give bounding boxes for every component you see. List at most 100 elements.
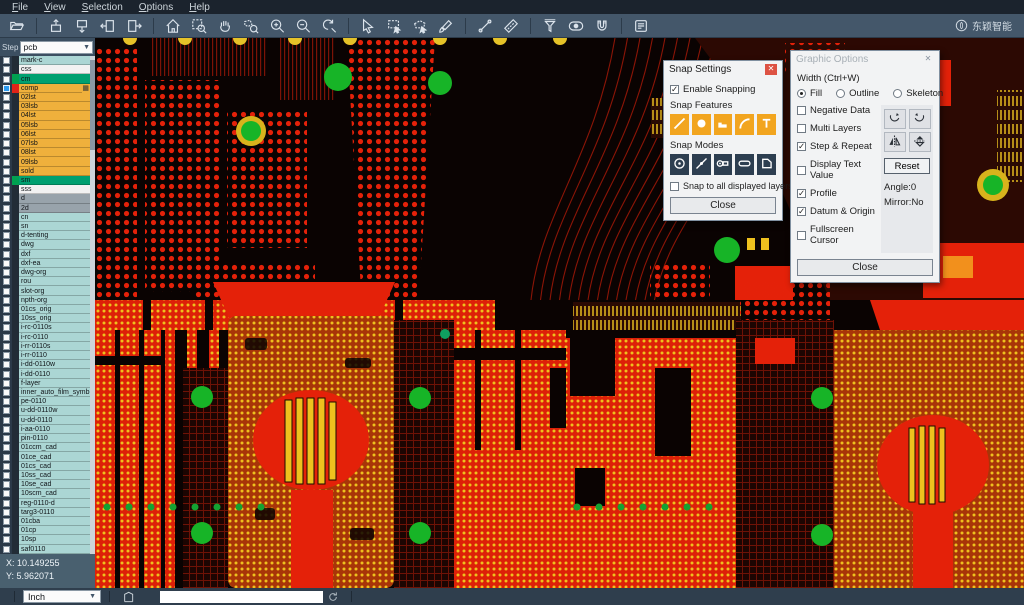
- page-corner-icon[interactable]: [122, 591, 134, 603]
- layer-row-sss[interactable]: sss: [0, 185, 90, 194]
- layer-visibility-checkbox[interactable]: [0, 65, 12, 74]
- polygon-select-button[interactable]: [408, 15, 432, 36]
- layer-color-swatch[interactable]: [12, 379, 19, 388]
- layer-color-swatch[interactable]: [12, 167, 19, 176]
- close-icon[interactable]: ✕: [765, 64, 777, 75]
- layer-visibility-checkbox[interactable]: [0, 259, 12, 268]
- layer-row-dxf[interactable]: dxf: [0, 250, 90, 259]
- measure-line-button[interactable]: [473, 15, 497, 36]
- checkbox-step-repeat[interactable]: ✓Step & Repeat: [797, 141, 877, 152]
- layer-row-06lst[interactable]: 06lst: [0, 130, 90, 139]
- layer-visibility-checkbox[interactable]: [0, 296, 12, 305]
- layer-row-d[interactable]: d: [0, 194, 90, 203]
- layer-color-swatch[interactable]: [12, 526, 19, 535]
- layer-color-swatch[interactable]: [12, 250, 19, 259]
- layer-row-pe-0110[interactable]: pe-0110: [0, 397, 90, 406]
- layer-color-swatch[interactable]: [12, 471, 19, 480]
- layer-row-sold[interactable]: sold: [0, 167, 90, 176]
- layer-color-swatch[interactable]: [12, 545, 19, 554]
- layer-color-swatch[interactable]: [12, 333, 19, 342]
- layer-color-swatch[interactable]: [12, 323, 19, 332]
- layer-visibility-checkbox[interactable]: [0, 121, 12, 130]
- enable-snapping-checkbox[interactable]: ✓ Enable Snapping: [670, 84, 776, 95]
- layer-row-i-dd-0110[interactable]: i-dd-0110: [0, 369, 90, 378]
- checkbox-display-text-value[interactable]: Display Text Value: [797, 159, 877, 181]
- layer-visibility-checkbox[interactable]: [0, 480, 12, 489]
- layer-color-swatch[interactable]: [12, 443, 19, 452]
- layer-color-swatch[interactable]: [12, 130, 19, 139]
- layer-visibility-checkbox[interactable]: [0, 499, 12, 508]
- layer-color-swatch[interactable]: [12, 369, 19, 378]
- layer-visibility-checkbox[interactable]: [0, 489, 12, 498]
- brush-button[interactable]: [434, 15, 458, 36]
- layer-color-swatch[interactable]: [12, 388, 19, 397]
- layer-row-slot-org[interactable]: slot-org: [0, 286, 90, 295]
- layer-visibility-checkbox[interactable]: [0, 471, 12, 480]
- import-up-button[interactable]: [44, 15, 68, 36]
- layer-row-01cs_orig[interactable]: 01cs_orig: [0, 305, 90, 314]
- layer-visibility-checkbox[interactable]: [0, 342, 12, 351]
- snap-mode-line-point-button[interactable]: [692, 154, 711, 175]
- menu-file[interactable]: File: [4, 1, 36, 14]
- layer-row-i-aa-0110[interactable]: i-aa-0110: [0, 425, 90, 434]
- layer-color-swatch[interactable]: [12, 517, 19, 526]
- layer-color-swatch[interactable]: [12, 111, 19, 120]
- filter-button[interactable]: [538, 15, 562, 36]
- layer-color-swatch[interactable]: [12, 259, 19, 268]
- layer-visibility-checkbox[interactable]: [0, 139, 12, 148]
- layer-visibility-checkbox[interactable]: [0, 305, 12, 314]
- layer-row-f-layer[interactable]: f-layer: [0, 379, 90, 388]
- layer-visibility-checkbox[interactable]: [0, 388, 12, 397]
- layer-row-cn[interactable]: cn: [0, 213, 90, 222]
- layer-color-swatch[interactable]: [12, 231, 19, 240]
- rotate-cw-button[interactable]: [884, 109, 906, 129]
- layer-visibility-checkbox[interactable]: [0, 84, 12, 93]
- layer-visibility-checkbox[interactable]: [0, 535, 12, 544]
- layer-visibility-checkbox[interactable]: [0, 222, 12, 231]
- layer-row-09lsb[interactable]: 09lsb: [0, 157, 90, 166]
- layer-color-swatch[interactable]: [12, 397, 19, 406]
- layer-color-swatch[interactable]: [12, 139, 19, 148]
- layer-visibility-checkbox[interactable]: [0, 213, 12, 222]
- layer-row-mark-c[interactable]: mark-c: [0, 56, 90, 65]
- layer-visibility-checkbox[interactable]: [0, 462, 12, 471]
- checkbox-negative-data[interactable]: Negative Data: [797, 105, 877, 116]
- unit-select[interactable]: Inch ▼: [23, 590, 101, 603]
- layer-color-swatch[interactable]: [12, 499, 19, 508]
- snap-feature-pad-button[interactable]: [692, 114, 711, 135]
- close-icon[interactable]: ✕: [922, 54, 934, 65]
- layer-color-swatch[interactable]: [12, 360, 19, 369]
- eye-button[interactable]: [564, 15, 588, 36]
- layer-row-01cba[interactable]: 01cba: [0, 517, 90, 526]
- layer-row-dxf-ea[interactable]: dxf-ea: [0, 259, 90, 268]
- layer-visibility-checkbox[interactable]: [0, 130, 12, 139]
- layer-color-swatch[interactable]: [12, 305, 19, 314]
- layer-color-swatch[interactable]: [12, 277, 19, 286]
- magnet-snap-button[interactable]: [590, 15, 614, 36]
- layer-row-01cp[interactable]: 01cp: [0, 526, 90, 535]
- layer-row-07lsb[interactable]: 07lsb: [0, 139, 90, 148]
- layer-visibility-checkbox[interactable]: [0, 250, 12, 259]
- layer-row-02lst[interactable]: 02lst: [0, 93, 90, 102]
- snap-mode-slot-button[interactable]: [735, 154, 754, 175]
- layer-visibility-checkbox[interactable]: [0, 167, 12, 176]
- layer-row-d-tenting[interactable]: d-tenting: [0, 231, 90, 240]
- layer-visibility-checkbox[interactable]: [0, 452, 12, 461]
- layer-row-u-dd-0110w[interactable]: u-dd-0110w: [0, 406, 90, 415]
- layer-visibility-checkbox[interactable]: [0, 93, 12, 102]
- snap-mode-pad-hole-button[interactable]: [714, 154, 733, 175]
- layer-row-i-rr-0110s[interactable]: i-rr-0110s: [0, 342, 90, 351]
- layer-row-04lst[interactable]: 04lst: [0, 111, 90, 120]
- layer-row-01cs_cad[interactable]: 01cs_cad: [0, 462, 90, 471]
- zoom-area-button[interactable]: [187, 15, 211, 36]
- checkbox-datum-origin[interactable]: ✓Datum & Origin: [797, 206, 877, 217]
- layer-color-swatch[interactable]: [12, 157, 19, 166]
- layer-visibility-checkbox[interactable]: [0, 268, 12, 277]
- checkbox-fullscreen-cursor[interactable]: Fullscreen Cursor: [797, 224, 877, 246]
- layer-color-swatch[interactable]: [12, 342, 19, 351]
- layer-row-2d[interactable]: 2d: [0, 204, 90, 213]
- layer-visibility-checkbox[interactable]: [0, 194, 12, 203]
- snap-feature-text-button[interactable]: [757, 114, 776, 135]
- layer-visibility-checkbox[interactable]: [0, 102, 12, 111]
- layer-row-rou[interactable]: rou: [0, 277, 90, 286]
